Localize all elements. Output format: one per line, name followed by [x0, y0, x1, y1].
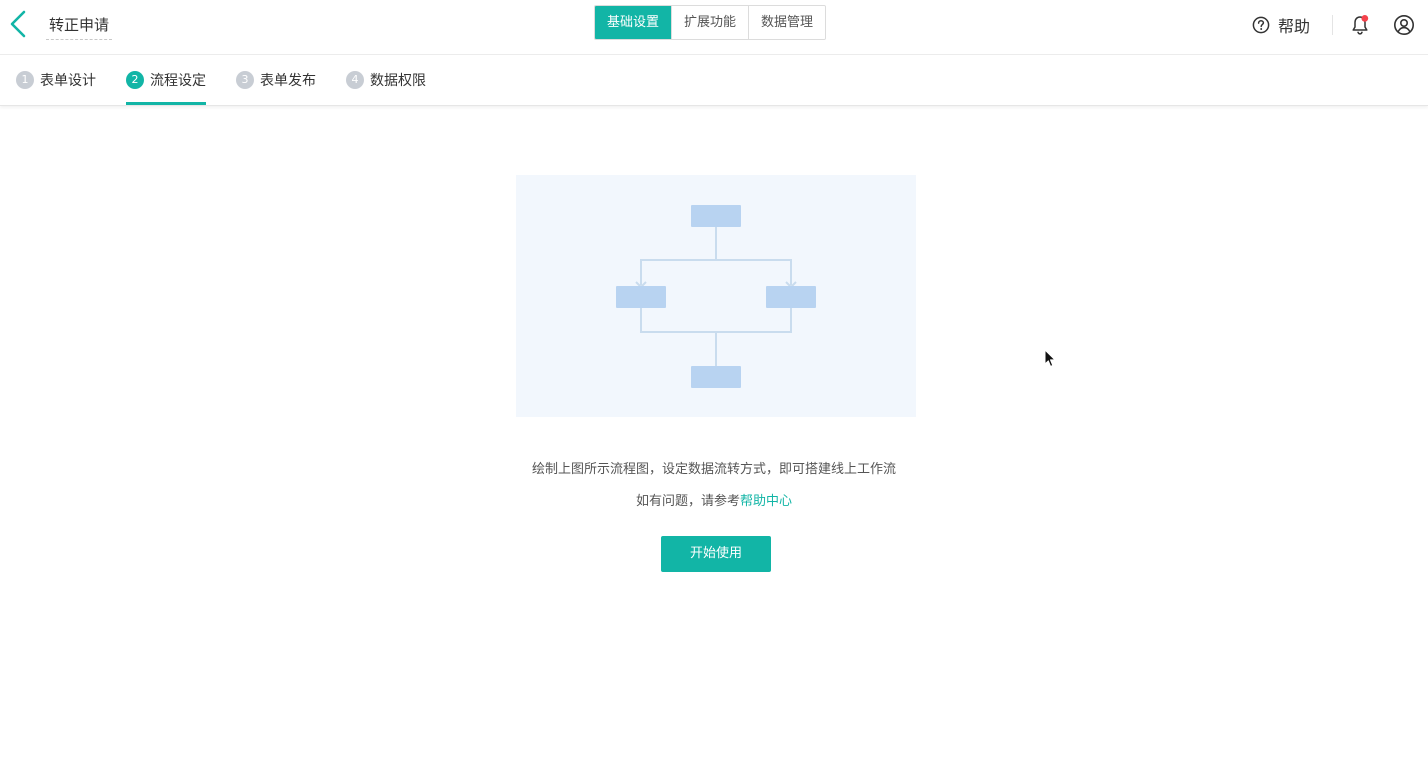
- start-using-button[interactable]: 开始使用: [661, 536, 771, 572]
- mouse-cursor-icon: [1044, 349, 1056, 367]
- step-form-publish[interactable]: 3 表单发布: [236, 55, 316, 105]
- question-circle-icon: [1252, 16, 1270, 34]
- step-process-setting[interactable]: 2 流程设定: [126, 55, 206, 105]
- tab-extensions[interactable]: 扩展功能: [671, 6, 749, 39]
- header-divider: [1332, 15, 1333, 35]
- chevron-left-icon[interactable]: [6, 9, 28, 39]
- form-title[interactable]: 转正申请: [46, 14, 113, 40]
- empty-state-description: 绘制上图所示流程图，设定数据流转方式，即可搭建线上工作流: [531, 462, 896, 477]
- mode-tab-group: 基础设置 扩展功能 数据管理: [594, 5, 827, 40]
- step-number: 4: [346, 71, 364, 89]
- step-label: 表单设计: [40, 73, 96, 89]
- help-label: 帮助: [1278, 17, 1311, 36]
- step-data-permissions[interactable]: 4 数据权限: [346, 55, 426, 105]
- top-header: 转正申请 基础设置 扩展功能 数据管理 帮助: [0, 0, 1428, 55]
- step-label: 流程设定: [150, 73, 206, 89]
- flowchart-icon: [616, 205, 816, 388]
- tab-basic-settings[interactable]: 基础设置: [595, 6, 672, 39]
- step-label: 数据权限: [370, 73, 426, 89]
- step-number: 1: [16, 71, 34, 89]
- notification-dot: [1361, 15, 1369, 22]
- user-circle-icon[interactable]: [1393, 14, 1415, 36]
- step-navigation: 1 表单设计 2 流程设定 3 表单发布 4 数据权限: [0, 55, 1428, 106]
- tab-data-management[interactable]: 数据管理: [748, 6, 826, 39]
- step-number: 2: [126, 71, 144, 89]
- help-button[interactable]: 帮助: [1252, 13, 1310, 37]
- step-number: 3: [236, 71, 254, 89]
- help-prefix-text: 如有问题，请参考: [635, 494, 740, 509]
- help-center-link[interactable]: 帮助中心: [740, 494, 792, 509]
- step-form-design[interactable]: 1 表单设计: [16, 55, 96, 105]
- empty-state-help-line: 如有问题，请参考帮助中心: [0, 490, 1428, 509]
- flowchart-illustration: [516, 175, 916, 417]
- bell-icon[interactable]: [1350, 14, 1370, 36]
- step-label: 表单发布: [260, 73, 316, 89]
